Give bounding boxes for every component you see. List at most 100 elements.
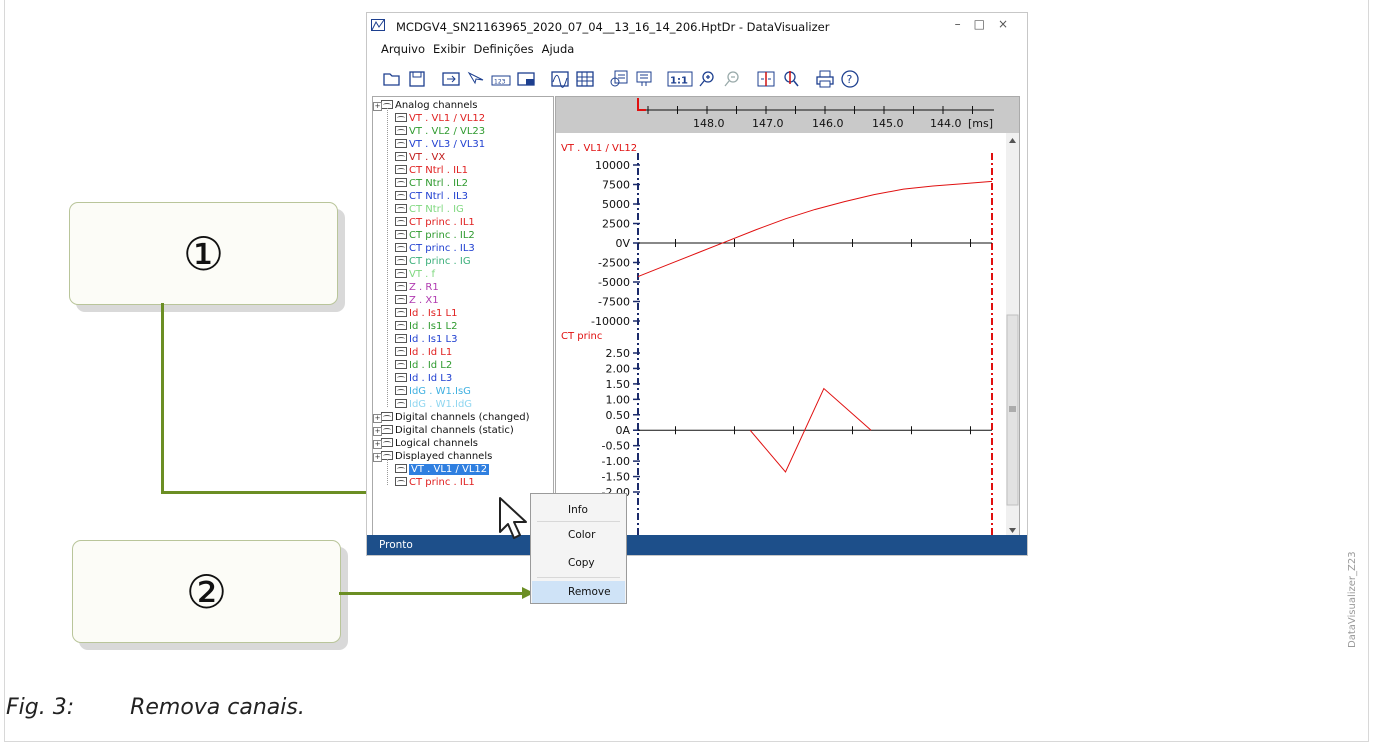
import-icon[interactable] bbox=[440, 68, 462, 90]
tree-channel-item[interactable]: CT Ntrl . IG bbox=[395, 203, 464, 216]
tree-group[interactable]: Logical channels bbox=[381, 437, 478, 450]
tree-item-label: CT princ . IG bbox=[409, 256, 471, 267]
analog-channel-icon bbox=[395, 230, 407, 239]
view-icon[interactable] bbox=[515, 68, 537, 90]
analog-channel-icon bbox=[395, 113, 407, 122]
menu-ajuda[interactable]: Ajuda bbox=[542, 42, 575, 56]
tree-item-label: Displayed channels bbox=[395, 451, 493, 462]
maximize-button[interactable]: □ bbox=[974, 17, 998, 31]
app-icon bbox=[371, 19, 385, 31]
tree-channel-item[interactable]: VT . VX bbox=[395, 151, 445, 164]
tree-channel-item[interactable]: VT . VL1 / VL12 bbox=[395, 463, 490, 476]
menu-item-remove[interactable]: Remove bbox=[532, 581, 625, 603]
analog-channel-icon bbox=[395, 308, 407, 317]
y-tick-label: 10000 bbox=[595, 159, 630, 172]
time-tick-label: 144.0 bbox=[930, 117, 962, 130]
tree-channel-item[interactable]: CT princ . IL1 bbox=[395, 476, 475, 489]
zoom-in-icon[interactable] bbox=[696, 68, 718, 90]
tree-channel-item[interactable]: CT princ . IL3 bbox=[395, 242, 475, 255]
time-unit-label: [ms] bbox=[968, 117, 993, 130]
zoom-out-icon[interactable] bbox=[721, 68, 743, 90]
time-tick-label: 148.0 bbox=[693, 117, 725, 130]
menu-item-info[interactable]: Info bbox=[532, 499, 625, 521]
tree-channel-item[interactable]: VT . VL3 / VL31 bbox=[395, 138, 485, 151]
chart-1-title: VT . VL1 / VL12 bbox=[561, 143, 637, 154]
tree-channel-item[interactable]: VT . VL2 / VL23 bbox=[395, 125, 485, 138]
tree-group[interactable]: Displayed channels bbox=[381, 450, 492, 463]
tree-channel-item[interactable]: Id . Is1 L1 bbox=[395, 307, 457, 320]
zoom-reset-icon[interactable]: 1:1 bbox=[667, 68, 693, 90]
tree-channel-item[interactable]: IdG . W1.IsG bbox=[395, 385, 471, 398]
y-tick-label: 1.00 bbox=[606, 393, 631, 406]
expand-toggle-icon[interactable]: + bbox=[373, 414, 382, 423]
expand-toggle-icon[interactable]: + bbox=[373, 427, 382, 436]
tree-channel-item[interactable]: Id . Is1 L3 bbox=[395, 333, 457, 346]
menu-item-color[interactable]: Color bbox=[532, 524, 625, 546]
search-marker-icon[interactable] bbox=[780, 68, 802, 90]
values-icon[interactable]: 123 bbox=[490, 68, 512, 90]
expand-toggle-icon[interactable]: + bbox=[373, 440, 382, 449]
tree-channel-item[interactable]: CT Ntrl . IL2 bbox=[395, 177, 468, 190]
tree-channel-item[interactable]: VT . f bbox=[395, 268, 435, 281]
analog-channel-icon bbox=[395, 295, 407, 304]
tree-channel-item[interactable]: CT princ . IL1 bbox=[395, 216, 475, 229]
save-icon[interactable] bbox=[406, 68, 428, 90]
expand-toggle-icon[interactable]: + bbox=[373, 453, 382, 462]
menu-definicoes[interactable]: Definições bbox=[474, 42, 534, 56]
tree-channel-item[interactable]: VT . VL1 / VL12 bbox=[395, 112, 485, 125]
mouse-pointer-icon bbox=[499, 497, 527, 539]
plot-area[interactable]: 148.0 147.0 146.0 145.0 144.0 [ms] VT . VL1 / … bbox=[555, 96, 1020, 536]
tree-item-label: VT . VL3 / VL31 bbox=[409, 139, 486, 150]
callout-1: ① bbox=[69, 202, 338, 305]
tree-item-label: VT . VL1 / VL12 bbox=[409, 113, 486, 124]
tree-channel-item[interactable]: Id . Is1 L2 bbox=[395, 320, 457, 333]
y-tick-label: -0.50 bbox=[602, 440, 630, 453]
tree-channel-item[interactable]: CT princ . IL2 bbox=[395, 229, 475, 242]
analog-channel-icon bbox=[395, 269, 407, 278]
scrollbar-thumb bbox=[1006, 314, 1019, 506]
tree-channel-item[interactable]: Id . Id L2 bbox=[395, 359, 452, 372]
tree-group[interactable]: Digital channels (changed) bbox=[381, 411, 530, 424]
print-preview-icon[interactable] bbox=[633, 68, 655, 90]
close-button[interactable]: × bbox=[998, 17, 1021, 31]
tree-channel-item[interactable]: IdG . W1.IdG bbox=[395, 398, 472, 411]
report-icon[interactable] bbox=[608, 68, 630, 90]
cursor-icon[interactable] bbox=[465, 68, 487, 90]
analog-channel-icon bbox=[395, 282, 407, 291]
tree-item-label: IdG . W1.IdG bbox=[409, 399, 473, 410]
tree-channel-item[interactable]: Id . Id L1 bbox=[395, 346, 452, 359]
y-tick-label: 2.00 bbox=[606, 362, 631, 375]
grid-icon[interactable] bbox=[574, 68, 596, 90]
menu-exibir[interactable]: Exibir bbox=[433, 42, 466, 56]
tree-group[interactable]: Digital channels (static) bbox=[381, 424, 514, 437]
tree-channel-item[interactable]: Z . X1 bbox=[395, 294, 439, 307]
channel-tree[interactable]: Analog channels + VT . VL1 / VL12 VT . VL2 … bbox=[372, 96, 554, 536]
plot-svg: 148.0 147.0 146.0 145.0 144.0 [ms] VT . VL1 / … bbox=[556, 97, 1019, 535]
menu-arquivo[interactable]: Arquivo bbox=[381, 42, 425, 56]
open-folder-icon[interactable] bbox=[381, 68, 403, 90]
tree-item-label: CT princ . IL2 bbox=[409, 230, 475, 241]
marker-icon[interactable] bbox=[755, 68, 777, 90]
tree-item-label: Z . X1 bbox=[409, 295, 439, 306]
analog-channel-icon bbox=[395, 243, 407, 252]
tree-channel-item[interactable]: CT princ . IG bbox=[395, 255, 471, 268]
y-tick-label: -5000 bbox=[598, 276, 630, 289]
tree-channel-item[interactable]: Id . Id L3 bbox=[395, 372, 452, 385]
tree-item-label: Id . Is1 L1 bbox=[409, 308, 458, 319]
callout-2-number: ② bbox=[185, 564, 228, 619]
analog-channel-icon bbox=[395, 360, 407, 369]
expand-toggle-icon[interactable]: + bbox=[373, 102, 382, 111]
tree-channel-item[interactable]: Z . R1 bbox=[395, 281, 439, 294]
menu-item-copy[interactable]: Copy bbox=[532, 552, 625, 574]
tree-channel-item[interactable]: CT Ntrl . IL1 bbox=[395, 164, 468, 177]
tree-channel-item[interactable]: CT Ntrl . IL3 bbox=[395, 190, 468, 203]
minimize-button[interactable]: – bbox=[955, 17, 974, 31]
status-text: Pronto bbox=[379, 539, 413, 551]
tree-item-label: CT princ . IL1 bbox=[409, 217, 475, 228]
connector-1-horizontal bbox=[161, 491, 383, 494]
analog-channel-icon bbox=[395, 334, 407, 343]
print-icon[interactable] bbox=[814, 68, 836, 90]
wave-icon[interactable] bbox=[549, 68, 571, 90]
tree-group[interactable]: Analog channels bbox=[381, 99, 478, 112]
help-icon[interactable]: ? bbox=[839, 68, 861, 90]
